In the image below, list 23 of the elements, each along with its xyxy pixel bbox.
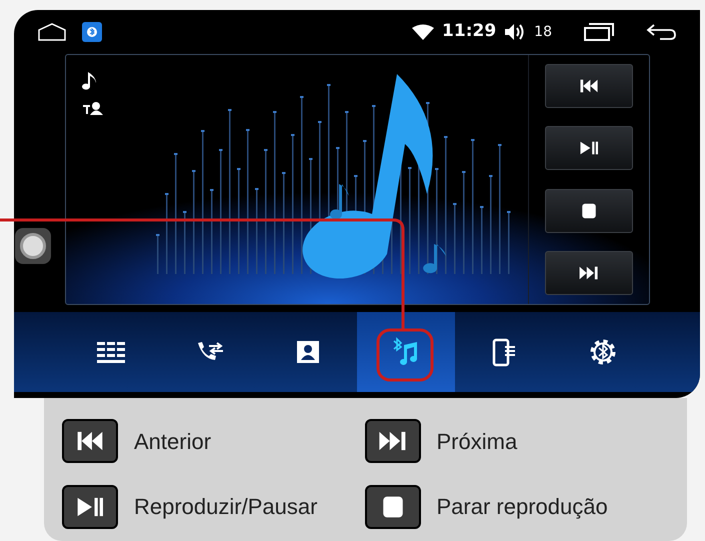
volume-icon[interactable] [504, 23, 526, 41]
stop-button[interactable] [545, 188, 633, 233]
previous-button[interactable] [545, 64, 633, 108]
bluetooth-app-icon[interactable] [82, 22, 102, 42]
recent-apps-icon[interactable] [584, 23, 614, 41]
volume-level: 18 [534, 22, 552, 42]
back-icon[interactable] [646, 23, 676, 41]
floating-assistive-button[interactable] [15, 228, 51, 264]
previous-key-icon [62, 419, 118, 463]
artist-icon [82, 101, 104, 115]
legend-label: Anterior [134, 428, 212, 456]
legend-label: Próxima [436, 428, 518, 456]
play-pause-button[interactable] [545, 126, 633, 170]
stop-key-icon [364, 484, 420, 528]
next-button[interactable] [545, 250, 633, 295]
play-pause-key-icon [62, 484, 118, 528]
wifi-icon [412, 24, 434, 40]
clock-time: 11:29 [442, 20, 496, 44]
legend-label: Parar reprodução [436, 493, 608, 521]
next-key-icon [364, 419, 420, 463]
home-icon[interactable] [38, 23, 66, 41]
legend-label: Reproduzir/Pausar [134, 493, 318, 521]
highlight-frame [376, 328, 434, 382]
